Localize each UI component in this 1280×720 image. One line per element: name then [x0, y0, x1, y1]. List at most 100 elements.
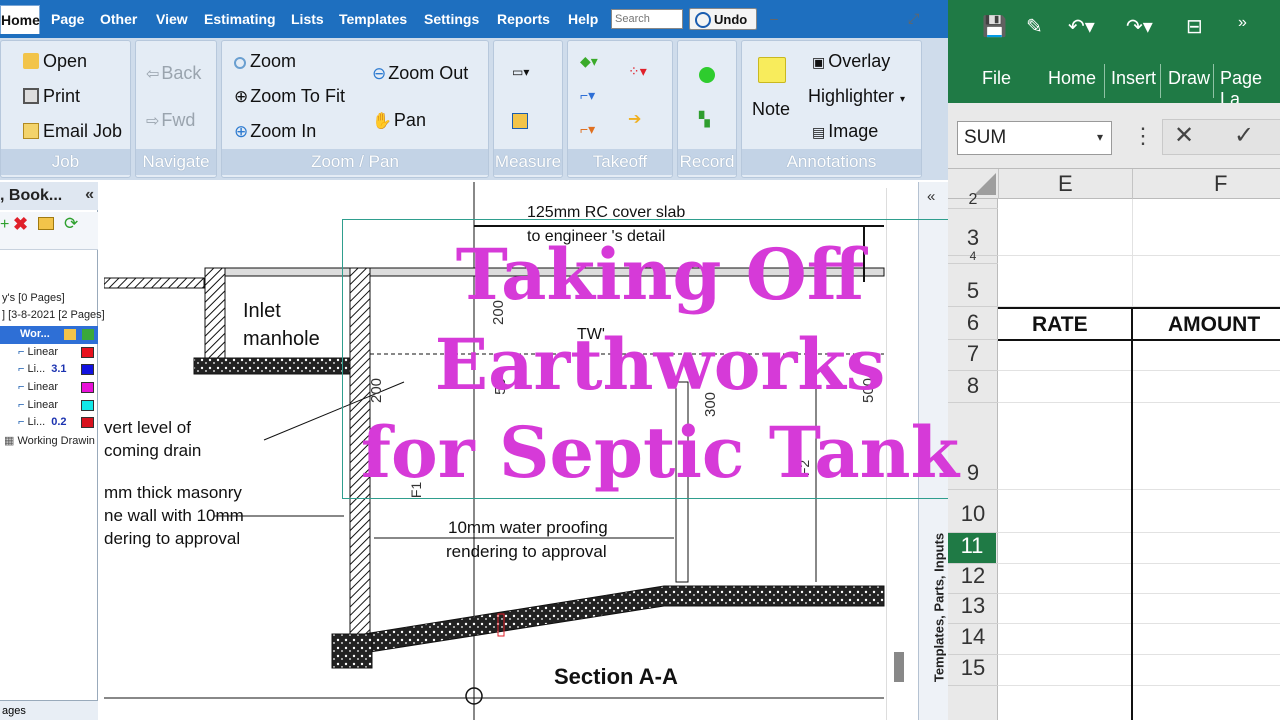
menu-estimating[interactable]: Estimating — [204, 11, 276, 27]
list-item[interactable]: ⌐ Linear — [18, 346, 58, 358]
zoom-to-fit-label: Zoom To Fit — [250, 86, 345, 106]
menu-view[interactable]: View — [156, 11, 188, 27]
folder-icon — [23, 53, 39, 69]
header-rate[interactable]: RATE — [1032, 313, 1088, 337]
print-button[interactable]: Print — [23, 86, 80, 107]
restore-icon[interactable]: ⤢ — [908, 10, 919, 27]
delete-icon[interactable]: ✖ — [13, 214, 28, 235]
row-separator — [948, 263, 998, 264]
more-icon[interactable]: » — [1238, 14, 1247, 32]
row-header[interactable]: 6 — [948, 310, 998, 336]
scrollbar-thumb[interactable] — [894, 652, 904, 682]
zoom-in-button[interactable]: ⊕ Zoom In — [234, 121, 316, 142]
undo-button[interactable]: Undo — [689, 8, 757, 30]
menu-other[interactable]: Other — [100, 11, 137, 27]
tab-draw[interactable]: Draw — [1168, 68, 1210, 89]
cancel-icon[interactable]: ✕ — [1174, 121, 1194, 150]
row-header[interactable]: 3 — [948, 225, 998, 251]
row-header[interactable]: 7 — [948, 341, 998, 367]
group-annotations: Note ▣ Overlay Highlighter ▾ ▤ Image Annota… — [741, 40, 922, 178]
collapse-left-icon[interactable]: « — [85, 186, 94, 204]
menu-help[interactable]: Help — [568, 11, 598, 27]
linear-takeoff-icon[interactable]: ⌐▾ — [580, 87, 595, 104]
menu-settings[interactable]: Settings — [424, 11, 479, 27]
refresh-icon[interactable]: ⟳ — [64, 214, 78, 234]
collapse-right-icon[interactable]: « — [927, 188, 935, 205]
note-button[interactable]: Note — [752, 99, 790, 120]
tab-insert[interactable]: Insert — [1111, 68, 1156, 89]
overlay-button[interactable]: ▣ Overlay — [812, 51, 890, 72]
pan-button[interactable]: ✋ Pan — [372, 110, 426, 131]
measure-linear-button[interactable]: ▭▾ — [512, 65, 529, 79]
column-header-f[interactable]: F — [1214, 171, 1227, 197]
row-header[interactable]: 8 — [948, 373, 998, 399]
title-line-2: Earthworks — [434, 323, 886, 406]
row-header[interactable]: 4 — [948, 249, 998, 263]
cell-grid[interactable]: RATE AMOUNT — [998, 199, 1280, 720]
zoom-to-fit-button[interactable]: ⊕ Zoom To Fit — [234, 86, 345, 107]
email-job-button[interactable]: Email Job — [23, 121, 122, 142]
hand-icon: ✋ — [372, 113, 392, 130]
row-header[interactable]: 5 — [948, 278, 998, 304]
print-label: Print — [43, 86, 81, 106]
row-header[interactable]: 13 — [948, 593, 998, 619]
list-item[interactable]: ] [3-8-2021 [2 Pages] — [2, 309, 105, 321]
open-label: Open — [43, 51, 88, 71]
list-item-label: Wor... — [20, 328, 50, 340]
count-takeoff-icon[interactable]: ⁘▾ — [628, 63, 647, 80]
row-header[interactable]: 14 — [948, 624, 998, 650]
zoom-button[interactable]: Zoom — [234, 51, 296, 72]
list-item[interactable]: ▦ Working Drawin — [4, 434, 95, 447]
list-item-selected[interactable]: Wor... — [0, 326, 98, 344]
list-item[interactable]: ⌐ Li... 0.2 — [18, 416, 67, 428]
enter-icon[interactable]: ✓ — [1234, 121, 1254, 150]
color-swatch — [81, 347, 94, 358]
row-header[interactable]: 2 — [948, 191, 998, 209]
column-header-e[interactable]: E — [1058, 171, 1073, 197]
fwd-button[interactable]: ⇨ Fwd — [146, 110, 195, 131]
search-input[interactable] — [611, 9, 683, 29]
open-button[interactable]: Open — [23, 51, 87, 72]
record-play-icon[interactable]: ▚ — [699, 111, 710, 128]
list-item[interactable]: y's [0 Pages] — [2, 292, 65, 304]
list-item[interactable]: ⌐ Linear — [18, 399, 58, 411]
group-label-job: Job — [1, 149, 130, 175]
name-box[interactable]: SUM ▾ — [957, 121, 1112, 155]
highlighter-button[interactable]: Highlighter ▾ — [808, 86, 905, 107]
menu-home[interactable]: Home — [0, 5, 40, 34]
more-options-icon[interactable]: ⋮ — [1132, 123, 1154, 149]
add-icon[interactable]: + — [0, 216, 9, 234]
menu-page[interactable]: Page — [51, 11, 84, 27]
arrow-right-takeoff-icon[interactable]: ➔ — [628, 109, 641, 129]
folder-icon[interactable] — [38, 217, 54, 230]
menu-reports[interactable]: Reports — [497, 11, 550, 27]
right-dock-label[interactable]: Templates, Parts, Inputs — [932, 518, 947, 698]
area-icon — [512, 113, 528, 129]
row-header-active[interactable]: 11 — [948, 533, 996, 563]
highlighter-label: Highlighter — [808, 86, 895, 106]
image-button[interactable]: ▤ Image — [812, 121, 878, 142]
redo-icon[interactable]: ↷▾ — [1126, 14, 1153, 39]
menu-lists[interactable]: Lists — [291, 11, 324, 27]
save-icon[interactable]: 💾 — [982, 14, 1007, 39]
row-header[interactable]: 15 — [948, 655, 998, 681]
undo-icon[interactable]: ↶▾ — [1068, 14, 1095, 39]
layout-icon[interactable]: ⊟ — [1186, 14, 1203, 39]
list-item[interactable]: ⌐ Li... 3.1 — [18, 363, 67, 375]
minimize-icon[interactable]: – — [770, 10, 778, 26]
row-header[interactable]: 10 — [948, 501, 998, 527]
segment-takeoff-icon[interactable]: ⌐▾ — [580, 121, 595, 138]
measure-area-button[interactable] — [512, 111, 532, 132]
menu-templates[interactable]: Templates — [339, 11, 407, 27]
tab-home[interactable]: Home — [1048, 68, 1096, 89]
row-header[interactable]: 12 — [948, 563, 998, 589]
header-amount[interactable]: AMOUNT — [1168, 313, 1260, 337]
back-button[interactable]: ⇦ Back — [146, 63, 201, 84]
record-button[interactable] — [699, 65, 719, 86]
zoom-out-button[interactable]: ⊖ Zoom Out — [372, 63, 468, 84]
save-as-icon[interactable]: ✎ — [1026, 14, 1043, 39]
section-title: Section A-A — [554, 664, 678, 689]
list-item[interactable]: ⌐ Linear — [18, 381, 58, 393]
tab-file[interactable]: File — [982, 68, 1011, 89]
area-takeoff-icon[interactable]: ◆▾ — [580, 53, 598, 70]
